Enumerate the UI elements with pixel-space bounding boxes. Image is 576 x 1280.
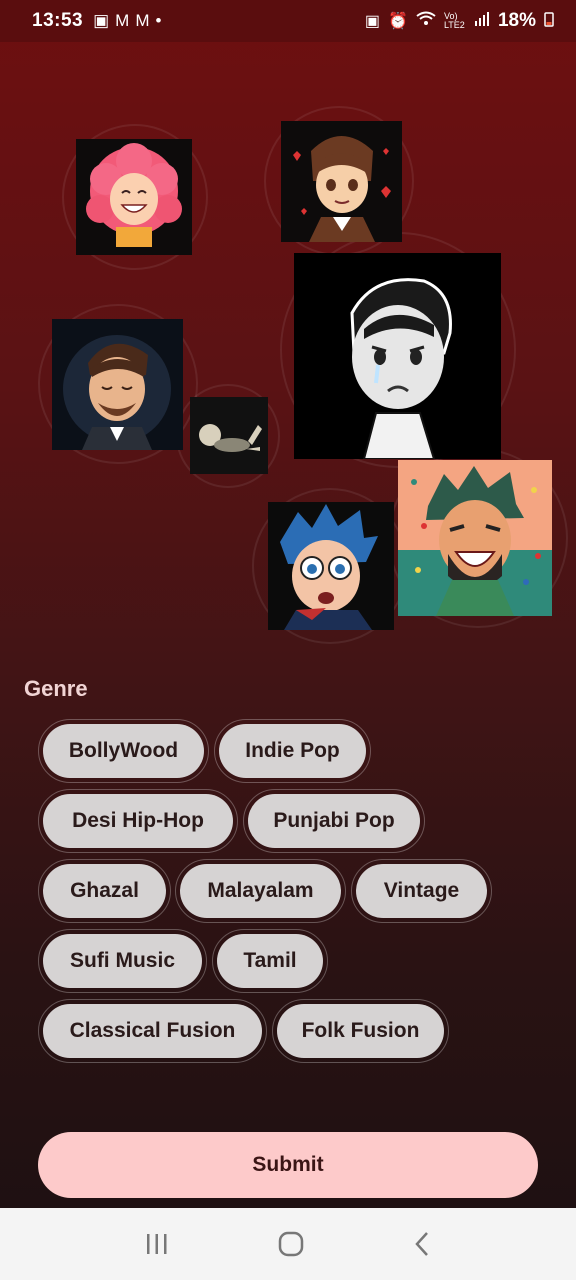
submit-button[interactable]: Submit	[38, 1132, 538, 1198]
image-icon: ▣	[93, 11, 110, 30]
status-time: 13:53	[32, 10, 84, 31]
shocked-avatar[interactable]	[268, 502, 394, 630]
genre-chip-tamil[interactable]: Tamil	[212, 929, 328, 993]
genre-chip-malayalam[interactable]: Malayalam	[175, 859, 346, 923]
genre-title: Genre	[24, 676, 88, 701]
genre-chip-classical-fusion[interactable]: Classical Fusion	[38, 999, 267, 1063]
home-icon[interactable]	[278, 1231, 304, 1257]
genre-chip-folk-fusion[interactable]: Folk Fusion	[272, 999, 449, 1063]
gmail-icon: M	[135, 11, 150, 30]
system-icons: ▣ ⏰ Vo) LTE2 18%	[365, 10, 554, 32]
system-nav-bar	[0, 1208, 576, 1280]
alarm-icon: ⏰	[388, 13, 408, 30]
gmail-icon: M	[115, 11, 130, 30]
genre-chip-punjabi-pop[interactable]: Punjabi Pop	[243, 789, 425, 853]
dot-icon: •	[155, 11, 162, 30]
lazy-lying-avatar[interactable]	[190, 397, 268, 474]
battery-saver-icon: ▣	[364, 13, 381, 30]
love-avatar[interactable]	[281, 121, 402, 242]
genre-chip-ghazal[interactable]: Ghazal	[38, 859, 171, 923]
back-icon[interactable]	[412, 1231, 432, 1257]
genre-chip-indie-pop[interactable]: Indie Pop	[214, 719, 371, 783]
status-bar: 13:53 ▣ M M • ▣ ⏰ Vo) LTE2 18%	[0, 0, 576, 42]
genre-chip-sufi-music[interactable]: Sufi Music	[38, 929, 207, 993]
volte-icon: Vo) LTE2	[443, 11, 465, 30]
recent-apps-icon[interactable]	[144, 1232, 170, 1256]
genre-chip-bollywood[interactable]: BollyWood	[38, 719, 209, 783]
notification-icons: ▣ M M •	[93, 11, 161, 31]
signal-icon	[474, 11, 490, 32]
genre-chip-desi-hip-hop[interactable]: Desi Hip-Hop	[38, 789, 238, 853]
excited-laughing-avatar[interactable]	[398, 460, 552, 616]
happy-curly-avatar[interactable]	[76, 139, 192, 255]
genre-chip-vintage[interactable]: Vintage	[351, 859, 492, 923]
wifi-icon	[416, 11, 436, 32]
calm-avatar[interactable]	[52, 319, 183, 450]
battery-percent: 18%	[497, 10, 536, 31]
battery-icon	[544, 11, 554, 32]
sad-crying-avatar[interactable]	[294, 253, 501, 459]
